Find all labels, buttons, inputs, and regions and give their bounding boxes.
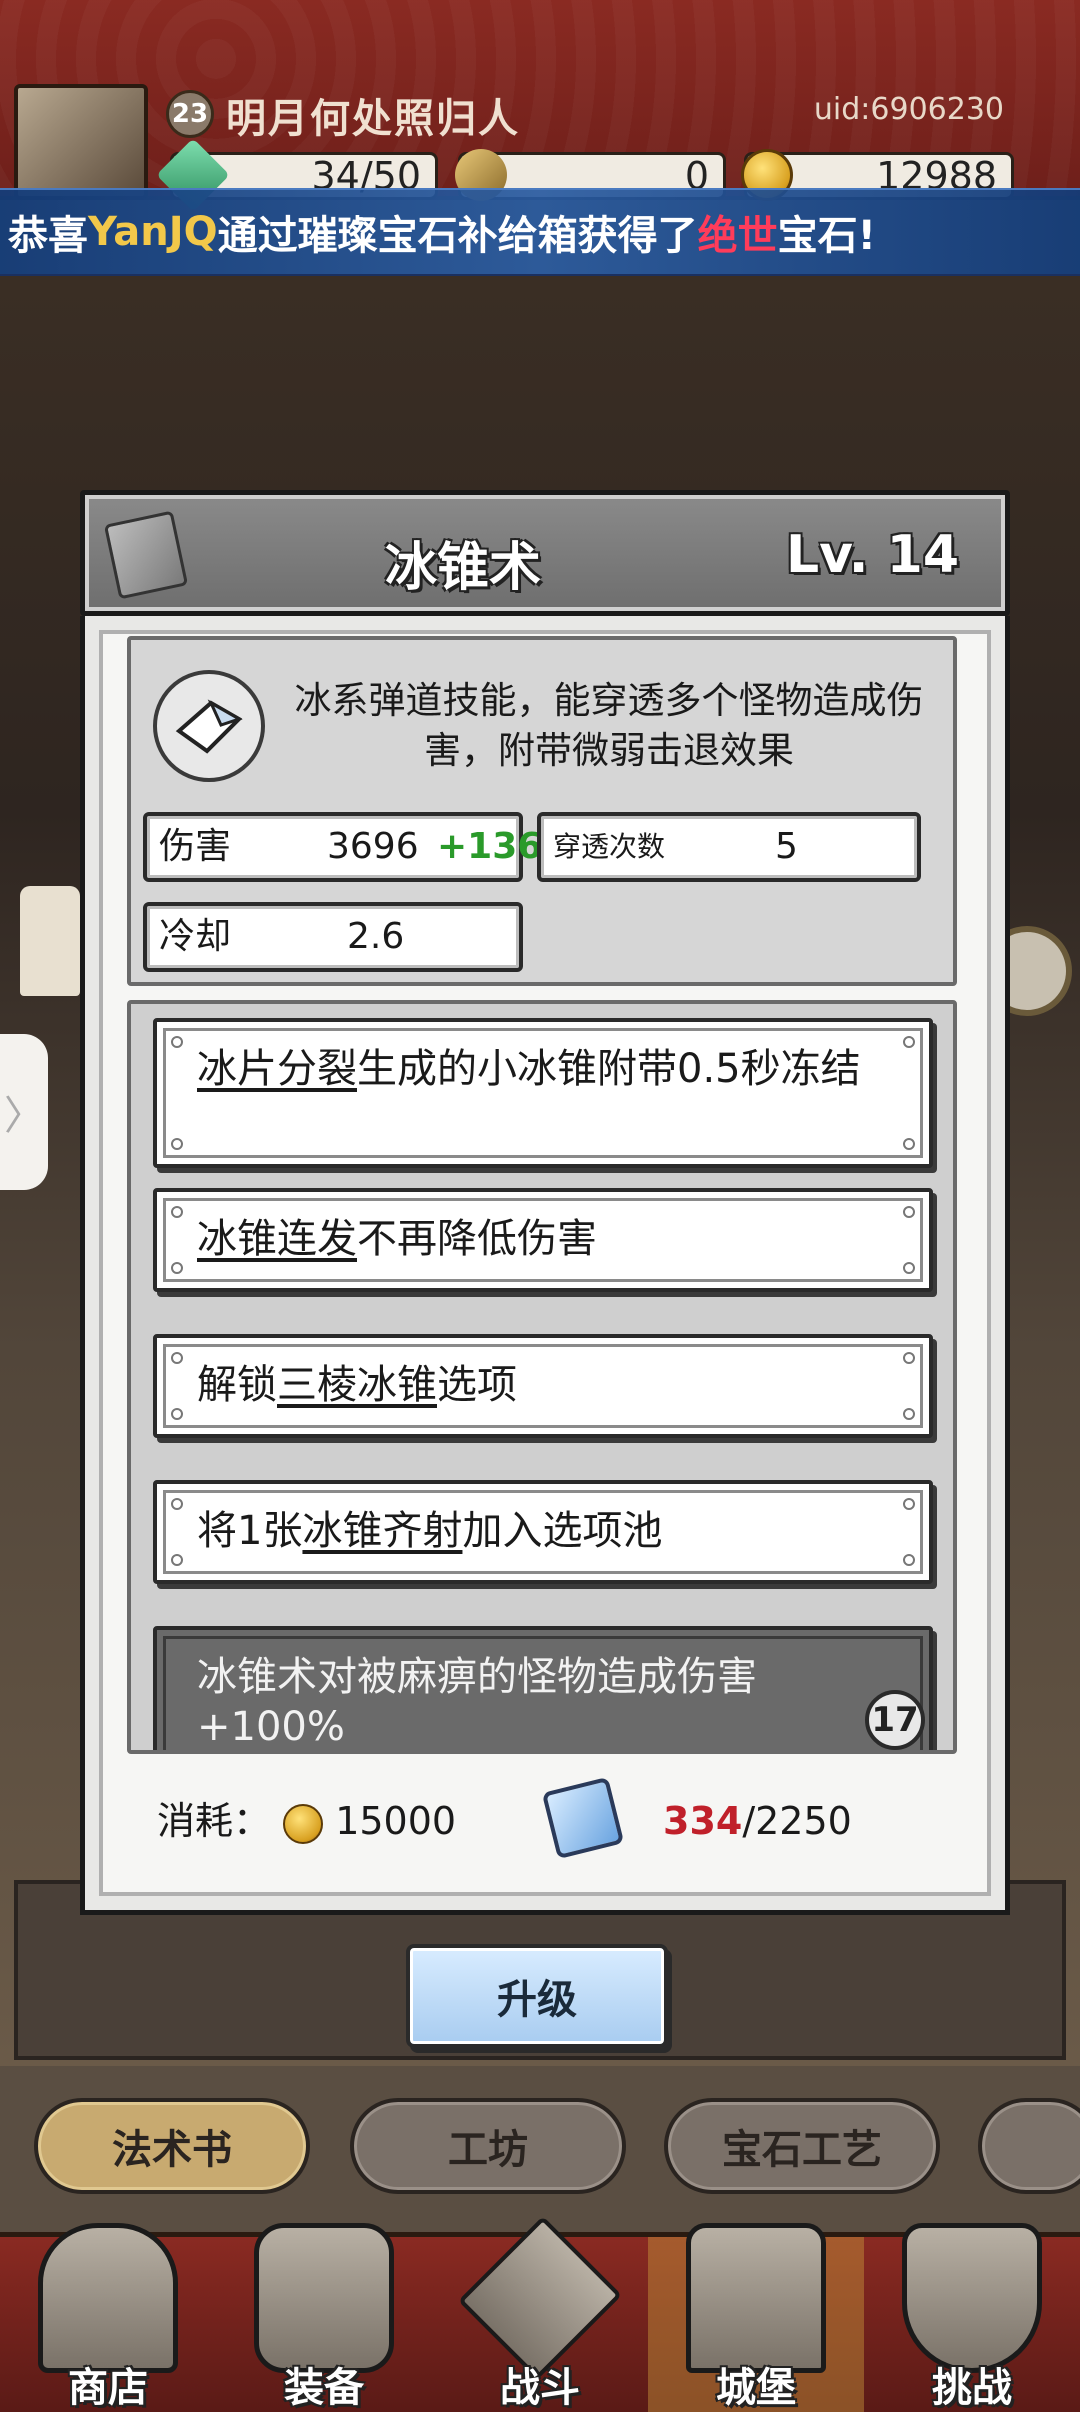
damage-value: 3696 xyxy=(327,826,419,867)
tab-more[interactable] xyxy=(978,2098,1080,2194)
rivet-icon xyxy=(171,1498,183,1510)
cooldown-label: 冷却 xyxy=(159,916,232,957)
skill-name: 冰锥术 xyxy=(385,538,542,598)
upgrade-text: 将1张 xyxy=(197,1508,303,1554)
top-header: 23 明月何处照归人 uid:6906230 34/50 0 12988 xyxy=(0,0,1080,212)
ice-shard-icon-graphic xyxy=(175,699,243,754)
avatar[interactable] xyxy=(14,84,148,200)
banner-player-name: YanJQ xyxy=(88,209,218,255)
candle-decoration xyxy=(20,886,80,996)
castle-icon xyxy=(686,2223,826,2373)
banner-prefix: 恭喜 xyxy=(8,213,88,259)
shard-current: 334 xyxy=(663,1799,743,1843)
nav-shop[interactable]: 商店 xyxy=(0,2223,216,2412)
ice-crystal-icon xyxy=(541,1776,625,1860)
rivet-icon xyxy=(903,1138,915,1150)
upgrade-item[interactable]: 解锁三棱冰锥选项 xyxy=(153,1334,933,1438)
banner-suffix: 宝石! xyxy=(777,213,876,259)
cooldown-value: 2.6 xyxy=(347,916,405,957)
pierce-stat: 穿透次数 5 xyxy=(537,812,921,882)
gold-cost: 15000 xyxy=(335,1799,457,1843)
nav-label: 战斗 xyxy=(500,2365,580,2411)
banner-middle-text: 通过璀璨宝石补给箱获得了 xyxy=(217,213,698,259)
shield-icon xyxy=(902,2223,1042,2373)
damage-label: 伤害 xyxy=(159,826,232,867)
rivet-icon xyxy=(171,1036,183,1048)
shop-icon xyxy=(38,2223,178,2373)
nav-battle[interactable]: 战斗 xyxy=(432,2215,648,2412)
nav-equipment[interactable]: 装备 xyxy=(216,2223,432,2412)
rivet-icon xyxy=(171,1352,183,1364)
rivet-icon xyxy=(903,1408,915,1420)
upgrade-text: 加入选项池 xyxy=(462,1508,663,1554)
upgrade-item[interactable]: 冰锥连发不再降低伤害 xyxy=(153,1188,933,1292)
shard-progress: 334/2250 xyxy=(663,1786,852,1856)
upgrade-link[interactable]: 三棱冰锥 xyxy=(277,1362,437,1408)
upgrade-link[interactable]: 冰锥齐射 xyxy=(302,1508,462,1554)
rivet-icon xyxy=(903,1554,915,1566)
player-uid: uid:6906230 xyxy=(813,92,1004,127)
rivet-icon xyxy=(903,1498,915,1510)
damage-stat: 伤害 3696 +136 xyxy=(143,812,542,882)
side-drawer-handle[interactable]: 〉 xyxy=(0,1034,48,1190)
upgrade-item[interactable]: 将1张冰锥齐射加入选项池 xyxy=(153,1480,933,1584)
tab-workshop[interactable]: 工坊 xyxy=(350,2098,626,2194)
tab-spellbook[interactable]: 法术书 xyxy=(34,2098,310,2194)
skill-body: 冰系弹道技能，能穿透多个怪物造成伤害，附带微弱击退效果 伤害 3696 +136… xyxy=(80,616,1010,1915)
upgrade-list: 冰片分裂生成的小冰锥附带0.5秒冻结 冰锥连发不再降低伤害 解锁三棱冰锥选项 将… xyxy=(127,1000,957,1754)
upgrade-text: 冰锥术对被麻痹的怪物造成伤害+100% xyxy=(197,1654,757,1750)
spellbook-icon xyxy=(103,510,189,600)
nav-label: 城堡 xyxy=(716,2365,796,2411)
nav-label: 挑战 xyxy=(932,2365,1012,2411)
upgrade-button[interactable]: 升级 xyxy=(406,1944,668,2048)
upgrade-text: 生成的小冰锥附带0.5秒冻结 xyxy=(357,1046,861,1092)
skill-level: Lv. 14 xyxy=(785,525,959,585)
upgrade-cost-row: 消耗： 15000 334/2250 xyxy=(157,1776,957,1860)
gold-coin-icon xyxy=(283,1803,324,1844)
upgrade-link[interactable]: 冰锥连发 xyxy=(197,1216,357,1262)
pierce-label: 穿透次数 xyxy=(553,830,666,863)
unlock-level-badge: 17 xyxy=(865,1690,925,1750)
cost-label: 消耗： xyxy=(157,1799,272,1843)
damage-bonus: +136 xyxy=(437,826,543,867)
skill-info-box: 冰系弹道技能，能穿透多个怪物造成伤害，附带微弱击退效果 伤害 3696 +136… xyxy=(127,636,957,986)
rivet-icon xyxy=(903,1206,915,1218)
ice-shard-icon xyxy=(153,670,265,782)
pierce-value: 5 xyxy=(775,826,798,867)
upgrade-text: 不再降低伤害 xyxy=(357,1216,597,1262)
upgrade-text: 选项 xyxy=(437,1362,517,1408)
rivet-icon xyxy=(171,1138,183,1150)
nav-challenge[interactable]: 挑战 xyxy=(864,2223,1080,2412)
skill-description: 冰系弹道技能，能穿透多个怪物造成伤害，附带微弱击退效果 xyxy=(294,679,924,772)
player-name: 明月何处照归人 xyxy=(226,96,520,142)
rivet-icon xyxy=(903,1262,915,1274)
player-level-badge: 23 xyxy=(166,90,214,138)
cooldown-stat: 冷却 2.6 xyxy=(143,902,523,972)
backpack-icon xyxy=(254,2223,394,2373)
rivet-icon xyxy=(903,1036,915,1048)
shard-required: /2250 xyxy=(742,1799,852,1843)
upgrade-link[interactable]: 冰片分裂 xyxy=(197,1046,357,1092)
upgrade-text: 解锁 xyxy=(197,1362,277,1408)
banner-grade: 绝世 xyxy=(697,213,778,259)
upgrade-item-locked[interactable]: 冰锥术对被麻痹的怪物造成伤害+100% 17 xyxy=(153,1626,933,1750)
rivet-icon xyxy=(903,1352,915,1364)
nav-castle[interactable]: 城堡 xyxy=(648,2223,864,2412)
upgrade-item[interactable]: 冰片分裂生成的小冰锥附带0.5秒冻结 xyxy=(153,1018,933,1168)
tab-gem-craft[interactable]: 宝石工艺 xyxy=(664,2098,940,2194)
rivet-icon xyxy=(171,1408,183,1420)
rivet-icon xyxy=(171,1206,183,1218)
rivet-icon xyxy=(171,1554,183,1566)
skill-detail-panel: 冰锥术 Lv. 14 冰系弹道技能，能穿透多个怪物造成伤害，附带微弱击退效果 伤… xyxy=(80,490,1010,1915)
bottom-nav: 商店 装备 战斗 城堡 挑战 xyxy=(0,2215,1080,2412)
nav-label: 商店 xyxy=(68,2365,148,2411)
rivet-icon xyxy=(171,1262,183,1274)
section-tabs: 法术书 工坊 宝石工艺 xyxy=(0,2066,1080,2242)
skill-title-bar: 冰锥术 Lv. 14 xyxy=(80,490,1010,616)
announcement-banner: 恭喜 YanJQ 通过璀璨宝石补给箱获得了 绝世 宝石! xyxy=(0,188,1080,276)
nav-label: 装备 xyxy=(284,2365,364,2411)
chevron-right-icon: 〉 xyxy=(4,1093,44,1139)
